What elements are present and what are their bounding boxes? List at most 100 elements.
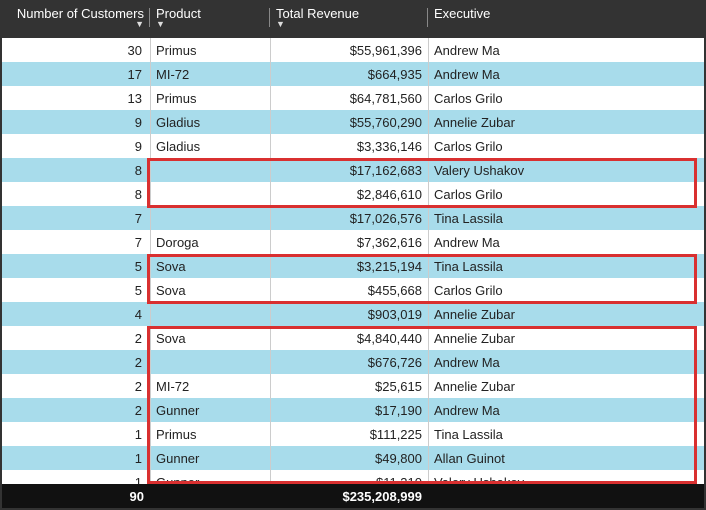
- cell-customers: 5: [2, 281, 150, 300]
- table-row[interactable]: 1Gunner$49,800Allan Guinot: [2, 446, 704, 470]
- cell-product: MI-72: [150, 65, 270, 84]
- cell-executive: Annelie Zubar: [428, 377, 698, 396]
- footer-product: [150, 494, 270, 498]
- cell-customers: 7: [2, 233, 150, 252]
- col-header-product[interactable]: Product ▼: [150, 4, 270, 31]
- cell-executive: Andrew Ma: [428, 233, 698, 252]
- table-row[interactable]: 17MI-72$664,935Andrew Ma: [2, 62, 704, 86]
- cell-executive: Andrew Ma: [428, 401, 698, 420]
- cell-revenue: $25,615: [270, 377, 428, 396]
- cell-product: Primus: [150, 89, 270, 108]
- cell-product: Gunner: [150, 449, 270, 468]
- col-header-executive[interactable]: Executive: [428, 4, 698, 23]
- cell-product: Doroga: [150, 233, 270, 252]
- cell-customers: 4: [2, 305, 150, 324]
- table-row[interactable]: 2Gunner$17,190Andrew Ma: [2, 398, 704, 422]
- cell-product: [150, 216, 270, 220]
- cell-product: Primus: [150, 425, 270, 444]
- cell-executive: Andrew Ma: [428, 353, 698, 372]
- table-row[interactable]: 7Doroga$7,362,616Andrew Ma: [2, 230, 704, 254]
- col-header-revenue-label: Total Revenue: [276, 6, 359, 21]
- cell-product: Primus: [150, 41, 270, 60]
- cell-revenue: $11,310: [270, 473, 428, 485]
- cell-revenue: $7,362,616: [270, 233, 428, 252]
- cell-revenue: $903,019: [270, 305, 428, 324]
- cell-executive: Valery Ushakov: [428, 473, 698, 485]
- table-row[interactable]: 7$17,026,576Tina Lassila: [2, 206, 704, 230]
- cell-revenue: $111,225: [270, 425, 428, 444]
- cell-customers: 17: [2, 65, 150, 84]
- cell-executive: Allan Guinot: [428, 449, 698, 468]
- cell-customers: 2: [2, 353, 150, 372]
- cell-revenue: $49,800: [270, 449, 428, 468]
- cell-executive: Carlos Grilo: [428, 137, 698, 156]
- table-row[interactable]: 9Gladius$55,760,290Annelie Zubar: [2, 110, 704, 134]
- footer-revenue: $235,208,999: [270, 487, 428, 506]
- cell-executive: Valery Ushakov: [428, 161, 698, 180]
- table-row[interactable]: 30Primus$55,961,396Andrew Ma: [2, 38, 704, 62]
- cell-product: [150, 168, 270, 172]
- cell-product: Sova: [150, 281, 270, 300]
- cell-customers: 1: [2, 473, 150, 485]
- cell-revenue: $3,215,194: [270, 257, 428, 276]
- cell-executive: Andrew Ma: [428, 41, 698, 60]
- cell-executive: Tina Lassila: [428, 209, 698, 228]
- cell-revenue: $17,162,683: [270, 161, 428, 180]
- table-row[interactable]: 8 $2,846,610Carlos Grilo: [2, 182, 704, 206]
- cell-product: Gladius: [150, 137, 270, 156]
- cell-executive: Annelie Zubar: [428, 329, 698, 348]
- cell-customers: 9: [2, 137, 150, 156]
- col-header-revenue[interactable]: Total Revenue ▼: [270, 4, 428, 31]
- table-row[interactable]: 5Sova$455,668Carlos Grilo: [2, 278, 704, 302]
- cell-executive: Carlos Grilo: [428, 185, 698, 204]
- cell-executive: Carlos Grilo: [428, 89, 698, 108]
- cell-executive: Tina Lassila: [428, 425, 698, 444]
- cell-customers: 2: [2, 401, 150, 420]
- cell-product: MI-72: [150, 377, 270, 396]
- table-row[interactable]: 9Gladius$3,336,146Carlos Grilo: [2, 134, 704, 158]
- table-header: Number of Customers ▼ Product ▼ Total Re…: [2, 2, 704, 38]
- cell-revenue: $3,336,146: [270, 137, 428, 156]
- table-row[interactable]: 2Sova$4,840,440Annelie Zubar: [2, 326, 704, 350]
- cell-customers: 1: [2, 449, 150, 468]
- cell-executive: Annelie Zubar: [428, 113, 698, 132]
- cell-revenue: $676,726: [270, 353, 428, 372]
- cell-revenue: $4,840,440: [270, 329, 428, 348]
- cell-product: [150, 312, 270, 316]
- cell-revenue: $455,668: [270, 281, 428, 300]
- cell-revenue: $2,846,610: [270, 185, 428, 204]
- cell-revenue: $55,961,396: [270, 41, 428, 60]
- cell-executive: Annelie Zubar: [428, 305, 698, 324]
- col-header-customers[interactable]: Number of Customers ▼: [2, 4, 150, 31]
- table-row[interactable]: 8 $17,162,683Valery Ushakov: [2, 158, 704, 182]
- cell-product: [150, 192, 270, 196]
- table-row[interactable]: 5Sova$3,215,194Tina Lassila: [2, 254, 704, 278]
- table-body: 30Primus$55,961,396Andrew Ma17MI-72$664,…: [2, 38, 704, 484]
- cell-customers: 1: [2, 425, 150, 444]
- cell-customers: 9: [2, 113, 150, 132]
- cell-customers: 2: [2, 377, 150, 396]
- cell-customers: 8: [2, 161, 150, 180]
- cell-customers: 5: [2, 257, 150, 276]
- table-row[interactable]: 2MI-72$25,615Annelie Zubar: [2, 374, 704, 398]
- cell-executive: Tina Lassila: [428, 257, 698, 276]
- cell-customers: 13: [2, 89, 150, 108]
- col-header-executive-label: Executive: [434, 6, 490, 21]
- cell-product: Gunner: [150, 401, 270, 420]
- cell-executive: Carlos Grilo: [428, 281, 698, 300]
- table-row[interactable]: 13Primus$64,781,560Carlos Grilo: [2, 86, 704, 110]
- cell-revenue: $664,935: [270, 65, 428, 84]
- cell-product: Sova: [150, 257, 270, 276]
- cell-revenue: $17,190: [270, 401, 428, 420]
- table-row[interactable]: 1Gunner$11,310Valery Ushakov: [2, 470, 704, 484]
- table-row[interactable]: 2 $676,726Andrew Ma: [2, 350, 704, 374]
- table-row[interactable]: 4 $903,019Annelie Zubar: [2, 302, 704, 326]
- cell-customers: 8: [2, 185, 150, 204]
- cell-executive: Andrew Ma: [428, 65, 698, 84]
- footer-customers: 90: [2, 487, 150, 506]
- table-row[interactable]: 1Primus$111,225Tina Lassila: [2, 422, 704, 446]
- cell-revenue: $64,781,560: [270, 89, 428, 108]
- cell-product: Gunner: [150, 473, 270, 485]
- footer-executive: [428, 494, 698, 498]
- cell-customers: 7: [2, 209, 150, 228]
